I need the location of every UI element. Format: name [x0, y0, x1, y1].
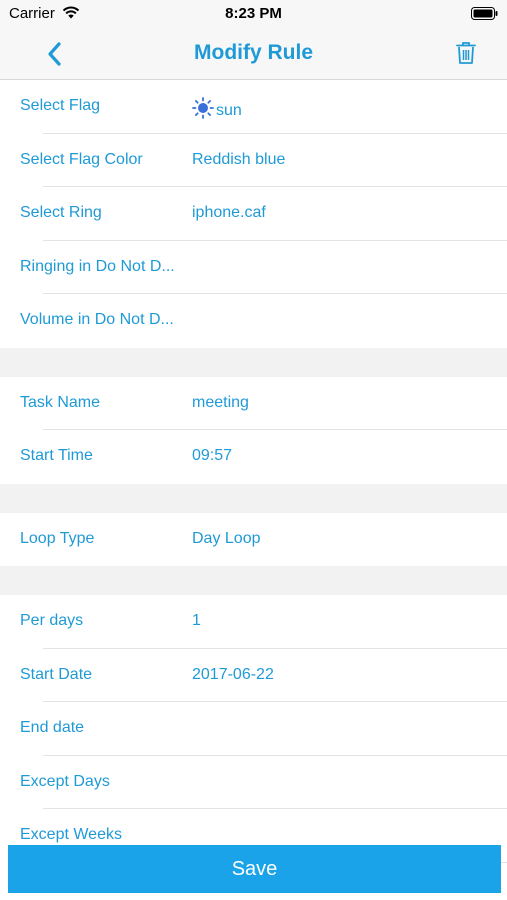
row-value: Reddish blue	[192, 150, 286, 168]
trash-icon[interactable]	[455, 41, 477, 65]
start-time-row[interactable]: Start Time 09:57	[0, 430, 507, 484]
select-ring-row[interactable]: Select Ring iphone.caf	[0, 187, 507, 241]
row-label: Task Name	[20, 393, 101, 411]
row-label: Ringing in Do Not D...	[20, 257, 175, 275]
row-value: meeting	[192, 393, 249, 411]
end-date-row[interactable]: End date	[0, 702, 507, 756]
navigation-bar: Modify Rule	[0, 28, 507, 80]
page-title: Modify Rule	[194, 41, 313, 64]
row-label: Except Weeks	[20, 826, 122, 843]
row-label: Select Ring	[20, 204, 102, 221]
row-value: 09:57	[192, 447, 233, 464]
row-label: Start Time	[20, 447, 93, 464]
task-name-row[interactable]: Task Name meeting	[0, 377, 507, 430]
task-section: Task Name meeting Start Time 09:57	[0, 376, 507, 484]
row-label: Start Date	[20, 665, 93, 683]
save-button[interactable]: Save	[8, 845, 501, 893]
ringing-dnd-row[interactable]: Ringing in Do Not D...	[0, 241, 507, 294]
loop-section: Loop Type Day Loop	[0, 512, 507, 567]
except-days-row[interactable]: Except Days	[0, 756, 507, 809]
row-label: Loop Type	[20, 529, 95, 547]
battery-icon	[471, 7, 498, 25]
section-gap	[0, 566, 507, 595]
row-value: 1	[192, 612, 201, 629]
volume-dnd-row[interactable]: Volume in Do Not D...	[0, 294, 507, 348]
select-flag-value: sun	[216, 102, 242, 119]
row-value: sun	[192, 97, 242, 124]
row-value: 2017-06-22	[192, 665, 274, 683]
select-flag-color-row[interactable]: Select Flag Color Reddish blue	[0, 134, 507, 187]
select-flag-row[interactable]: Select Flag sun	[0, 80, 507, 134]
flag-settings-section: Select Flag sun Select Flag Color Reddis…	[0, 80, 507, 348]
section-gap	[0, 483, 507, 513]
per-days-row[interactable]: Per days 1	[0, 595, 507, 649]
row-label: Per days	[20, 612, 84, 629]
start-date-row[interactable]: Start Date 2017-06-22	[0, 649, 507, 702]
row-label: Select Flag	[20, 97, 101, 114]
row-label: Except Days	[20, 772, 110, 790]
section-gap	[0, 347, 507, 377]
rule-settings-list[interactable]: Select Flag sun Select Flag Color Reddis…	[0, 80, 507, 900]
sun-icon	[192, 97, 214, 124]
row-value: iphone.caf	[192, 204, 266, 221]
status-time: 8:23 PM	[225, 5, 282, 22]
row-label: Volume in Do Not D...	[20, 311, 174, 328]
loop-type-row[interactable]: Loop Type Day Loop	[0, 513, 507, 567]
row-value: Day Loop	[192, 529, 261, 547]
row-label: Select Flag Color	[20, 150, 143, 168]
row-label: End date	[20, 719, 85, 736]
status-bar: Carrier 8:23 PM	[0, 0, 507, 28]
schedule-section: Per days 1 Start Date 2017-06-22 End dat…	[0, 595, 507, 863]
